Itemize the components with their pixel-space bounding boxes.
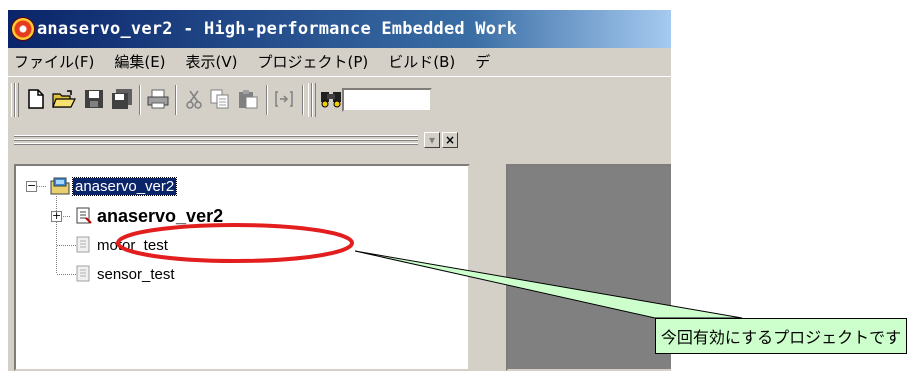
collapse-toggle[interactable]: − [26, 180, 37, 192]
menu-debug[interactable]: デ [475, 51, 490, 72]
tree-item-anaservo-ver2[interactable]: anaservo_ver2 [74, 204, 223, 228]
tree-item-label: anaservo_ver2 [71, 176, 178, 196]
toolbar-grip[interactable] [15, 83, 19, 117]
cut-icon[interactable] [182, 87, 206, 111]
app-logo-icon [12, 18, 34, 40]
new-file-icon[interactable] [24, 87, 48, 111]
drag-bar[interactable] [14, 135, 418, 145]
workspace-header: ▾ × [14, 132, 472, 150]
workspace-tree: − + anaservo_ver2 anaservo_ver2 motor_te… [14, 164, 470, 371]
workspace-pane: ▾ × − + anaservo_ver2 anaservo_ver2 moto… [8, 124, 480, 371]
tree-connector [37, 186, 47, 187]
dock-toggle-button[interactable]: ▾ [424, 132, 440, 148]
title-bar[interactable]: anaservo_ver2 - High-performance Embedde… [8, 10, 671, 48]
expand-toggle[interactable]: + [51, 210, 62, 222]
window-title: anaservo_ver2 - High-performance Embedde… [37, 19, 518, 39]
editor-area [486, 124, 671, 371]
menu-project[interactable]: プロジェクト(P) [258, 51, 369, 72]
find-input[interactable] [342, 88, 432, 112]
menu-file[interactable]: ファイル(F) [14, 51, 94, 72]
mdi-client [506, 164, 671, 371]
tree-connector [56, 196, 57, 274]
tree-item-motor-test[interactable]: motor_test [74, 233, 168, 257]
tree-item-label: anaservo_ver2 [97, 205, 224, 226]
tree-item-label: motor_test [97, 236, 168, 254]
insert-icon[interactable] [272, 87, 296, 111]
toolbar-separator [266, 85, 268, 115]
save-icon[interactable] [82, 87, 106, 111]
tree-item-workspace[interactable]: anaservo_ver2 [50, 174, 178, 198]
workspace-icon [50, 177, 70, 195]
find-icon[interactable] [320, 87, 344, 111]
toolbar-grip[interactable] [312, 83, 316, 117]
toolbar-separator [175, 85, 177, 115]
application-window: anaservo_ver2 - High-performance Embedde… [8, 10, 671, 371]
tree-item-sensor-test[interactable]: sensor_test [74, 262, 175, 286]
toolbar-separator [139, 85, 141, 115]
close-pane-button[interactable]: × [442, 132, 458, 148]
menu-view[interactable]: 表示(V) [186, 51, 238, 72]
menu-edit[interactable]: 編集(E) [114, 51, 165, 72]
paste-icon[interactable] [236, 87, 260, 111]
toolbar-separator [302, 85, 304, 115]
menu-build[interactable]: ビルド(B) [388, 51, 455, 72]
project-icon [74, 207, 94, 225]
open-folder-icon[interactable] [52, 87, 76, 111]
menu-bar: ファイル(F) 編集(E) 表示(V) プロジェクト(P) ビルド(B) デ [8, 48, 671, 74]
copy-icon[interactable] [208, 87, 232, 111]
toolbar [8, 76, 671, 123]
project-icon [74, 236, 94, 254]
tree-connector [61, 216, 71, 217]
callout-note: 今回有効にするプロジェクトです [655, 318, 907, 354]
save-all-icon[interactable] [110, 87, 134, 111]
tree-item-label: sensor_test [97, 265, 175, 283]
project-icon [74, 265, 94, 283]
print-icon[interactable] [146, 87, 170, 111]
